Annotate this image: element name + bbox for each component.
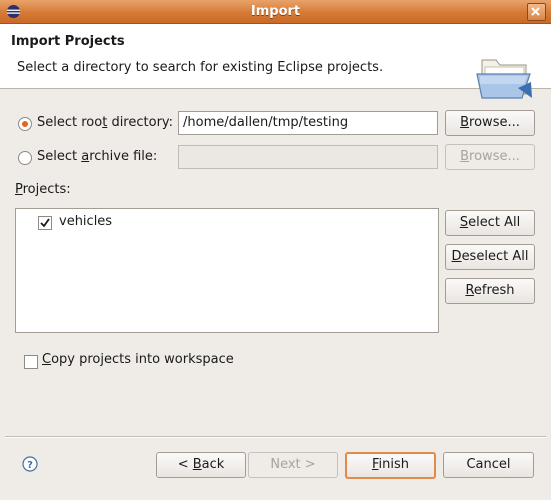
open-folder-icon [476,59,532,99]
browse-root-button[interactable]: Browse... [445,110,535,136]
close-icon [531,7,540,16]
select-root-directory-radio[interactable] [18,117,32,131]
back-button[interactable]: < Back [156,452,246,478]
page-title: Import Projects [11,34,125,49]
help-icon[interactable]: ? [22,456,38,472]
select-archive-file-radio[interactable] [18,151,32,165]
select-root-directory-label[interactable]: Select root directory: [37,115,173,130]
svg-text:?: ? [27,460,33,471]
next-button: Next > [248,452,338,478]
project-checkbox[interactable] [38,216,52,230]
page-description: Select a directory to search for existin… [17,60,384,75]
finish-button[interactable]: Finish [345,452,436,479]
deselect-all-button[interactable]: Deselect All [445,244,535,270]
copy-projects-label[interactable]: Copy projects into workspace [42,352,234,367]
browse-archive-button: Browse... [445,144,535,170]
select-archive-file-label[interactable]: Select archive file: [37,149,157,164]
copy-projects-checkbox[interactable] [24,355,38,369]
projects-label: Projects: [15,182,71,197]
checkmark-icon [40,218,50,228]
archive-file-input [178,145,438,169]
projects-list[interactable]: vehicles [15,208,439,333]
root-directory-input[interactable]: /home/dallen/tmp/testing [178,111,438,135]
select-all-button[interactable]: Select All [445,210,535,236]
refresh-button[interactable]: Refresh [445,278,535,304]
close-window-button[interactable] [527,3,546,21]
footer-separator [5,436,546,438]
window-titlebar[interactable]: Import [0,0,551,24]
project-name: vehicles [59,214,113,229]
wizard-header: Import Projects Select a directory to se… [0,24,551,99]
window-title: Import [250,4,301,19]
cancel-button[interactable]: Cancel [443,452,534,478]
